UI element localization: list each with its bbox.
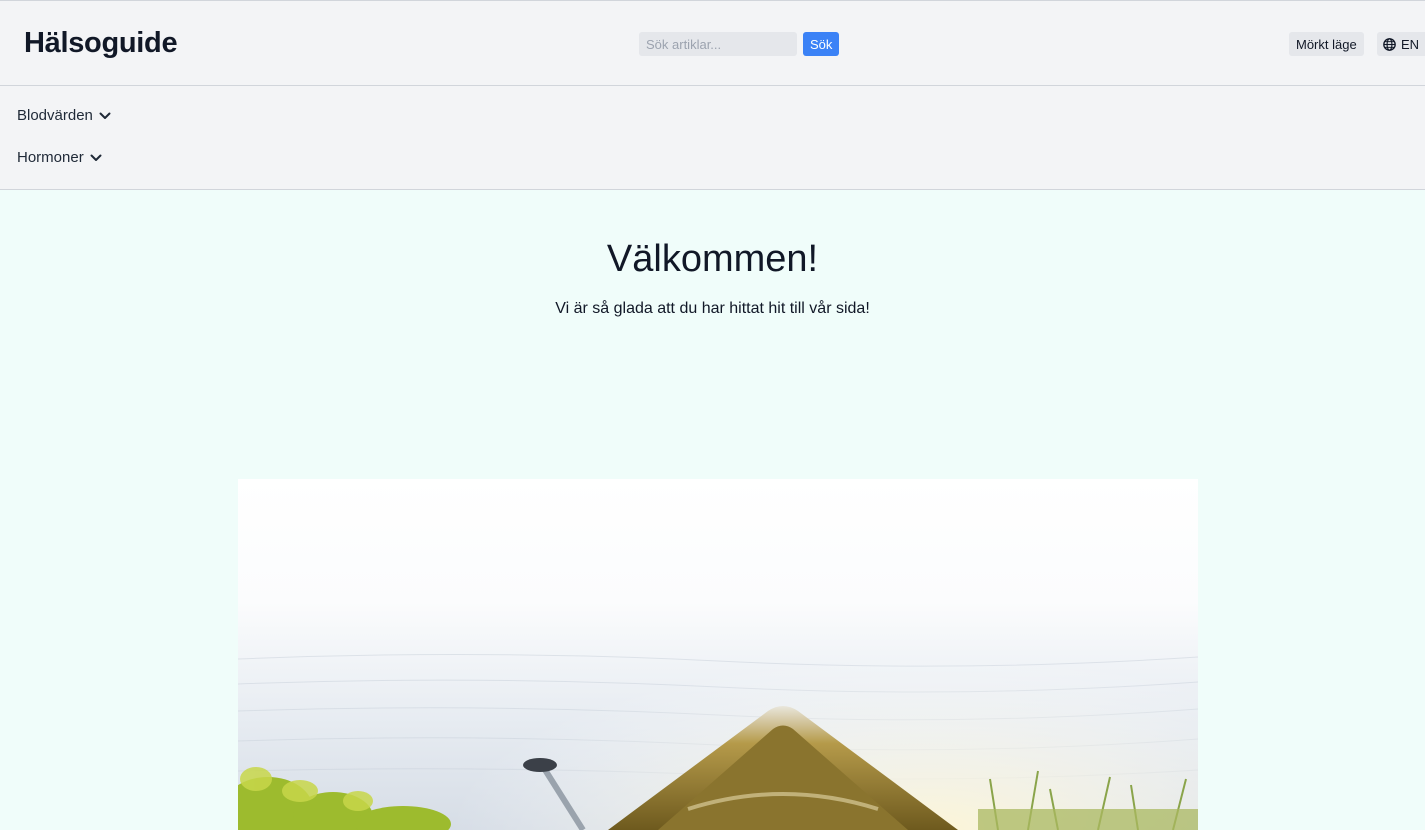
language-label: EN (1401, 36, 1420, 52)
hero-image (238, 479, 1198, 830)
nav-item-blodvarden[interactable]: Blodvärden (17, 107, 111, 124)
site-header: Hälsoguide Sök Mörkt läge EN (0, 0, 1425, 86)
search-form: Sök (639, 32, 840, 56)
nav-item-label: Blodvärden (17, 107, 93, 124)
search-button[interactable]: Sök (803, 32, 840, 56)
nav-item-hormoner[interactable]: Hormoner (17, 149, 102, 166)
hero-subtitle: Vi är så glada att du har hittat hit til… (555, 300, 870, 317)
site-logo[interactable]: Hälsoguide (24, 27, 178, 60)
language-button[interactable]: EN (1377, 32, 1425, 56)
chevron-down-icon (90, 154, 102, 162)
search-input[interactable] (639, 32, 797, 56)
globe-icon (1383, 37, 1396, 51)
hero-title: Välkommen! (606, 238, 819, 280)
canoe-lake-photo (238, 479, 1198, 830)
dark-mode-toggle[interactable]: Mörkt läge (1289, 32, 1364, 56)
chevron-down-icon (99, 112, 111, 120)
nav-item-label: Hormoner (17, 149, 84, 166)
category-nav: Blodvärden Hormoner (0, 86, 1425, 190)
